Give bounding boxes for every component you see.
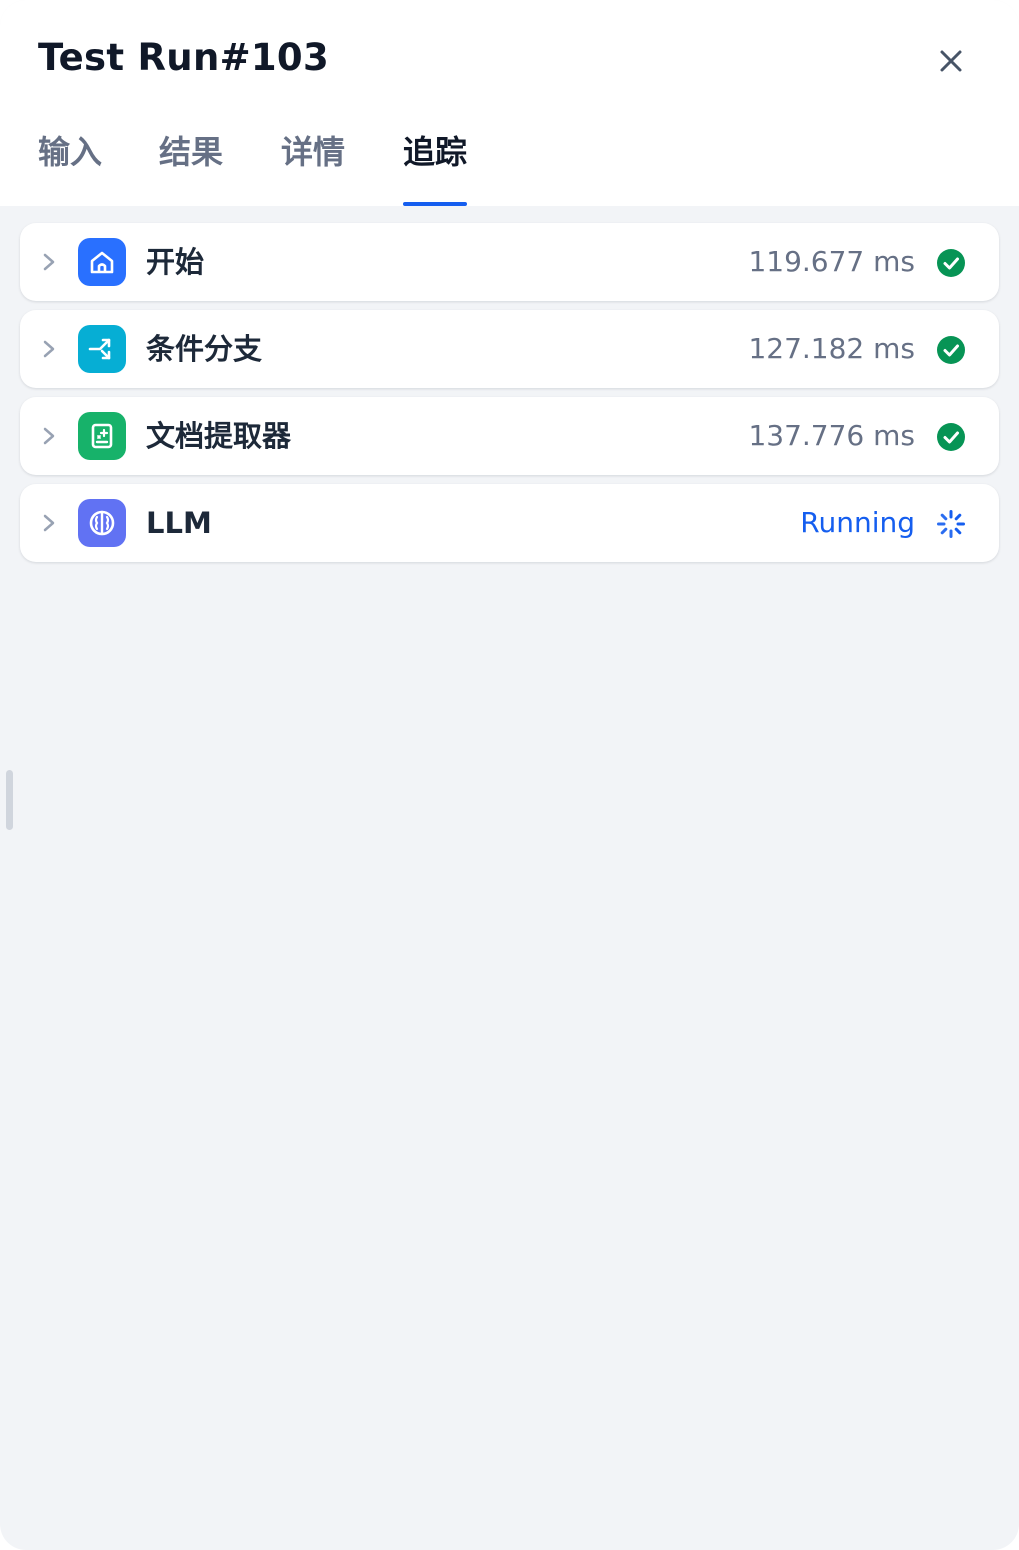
chevron-right-icon[interactable]: [38, 424, 60, 448]
node-running-status: Running: [800, 506, 915, 539]
trace-node-doc-extractor[interactable]: 文档提取器 137.776 ms: [20, 397, 999, 475]
trace-node-if-else[interactable]: 条件分支 127.182 ms: [20, 310, 999, 388]
chevron-right-icon[interactable]: [38, 337, 60, 361]
success-check-icon: [937, 249, 965, 277]
panel-header: Test Run#103 输入 结果 详情 追踪: [0, 0, 1019, 206]
node-name: 开始: [146, 245, 205, 279]
node-name: 文档提取器: [146, 419, 292, 453]
tab-trace[interactable]: 追踪: [403, 130, 468, 206]
tab-label: 输入: [38, 133, 103, 171]
run-panel: Test Run#103 输入 结果 详情 追踪 开始 119.677 ms 条…: [0, 0, 1019, 1550]
tab-result[interactable]: 结果: [159, 130, 223, 206]
chevron-right-icon[interactable]: [38, 250, 60, 274]
panel-resize-handle[interactable]: [6, 770, 13, 830]
trace-node-llm[interactable]: LLM Running: [20, 484, 999, 562]
llm-brain-icon: [78, 499, 126, 547]
tab-input[interactable]: 输入: [38, 130, 102, 206]
tab-detail[interactable]: 详情: [281, 130, 345, 206]
loading-spinner-icon: [937, 510, 965, 538]
home-icon: [78, 238, 126, 286]
node-elapsed-time: 137.776 ms: [748, 419, 915, 452]
success-check-icon: [937, 423, 965, 451]
chevron-right-icon[interactable]: [38, 511, 60, 535]
success-check-icon: [937, 336, 965, 364]
node-elapsed-time: 127.182 ms: [748, 332, 915, 365]
active-tab-indicator: [403, 202, 468, 206]
document-extract-icon: [78, 412, 126, 460]
tab-label: 结果: [159, 133, 224, 171]
branch-icon: [78, 325, 126, 373]
tab-label: 追踪: [403, 133, 468, 171]
tab-label: 详情: [281, 133, 346, 171]
tab-bar: 输入 结果 详情 追踪: [0, 0, 1019, 206]
node-name: 条件分支: [146, 332, 263, 366]
node-elapsed-time: 119.677 ms: [748, 245, 915, 278]
trace-node-start[interactable]: 开始 119.677 ms: [20, 223, 999, 301]
node-name: LLM: [146, 506, 212, 540]
